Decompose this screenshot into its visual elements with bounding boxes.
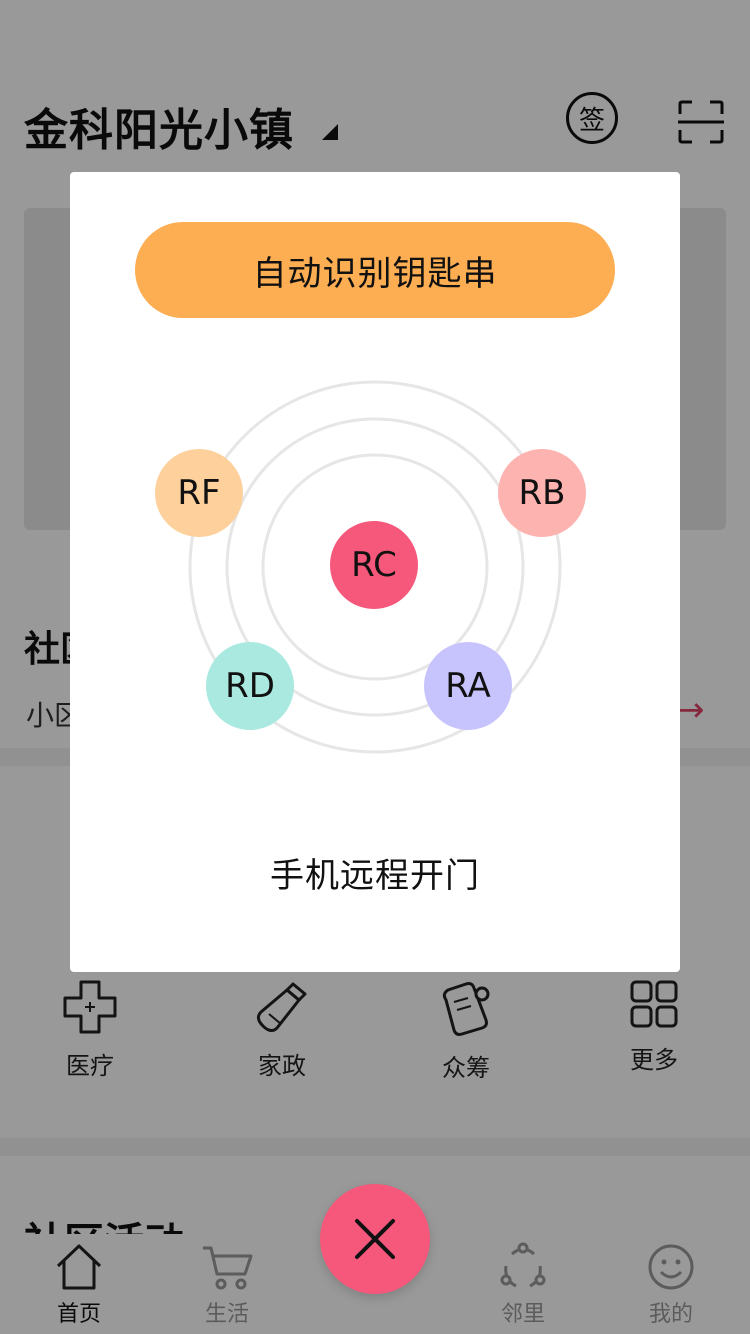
auto-detect-keychain-button[interactable]: 自动识别钥匙串	[135, 222, 615, 318]
remote-open-door-button[interactable]: 手机远程开门	[70, 848, 680, 897]
key-rc[interactable]: RC	[330, 521, 418, 609]
close-button[interactable]	[320, 1184, 430, 1294]
key-chain-modal: 自动识别钥匙串 RF RB RC RD RA 手机远程开门	[70, 172, 680, 972]
key-rb[interactable]: RB	[498, 449, 586, 537]
close-icon	[355, 1219, 395, 1259]
key-rf[interactable]: RF	[155, 449, 243, 537]
key-rd[interactable]: RD	[206, 642, 294, 730]
key-ra[interactable]: RA	[424, 642, 512, 730]
